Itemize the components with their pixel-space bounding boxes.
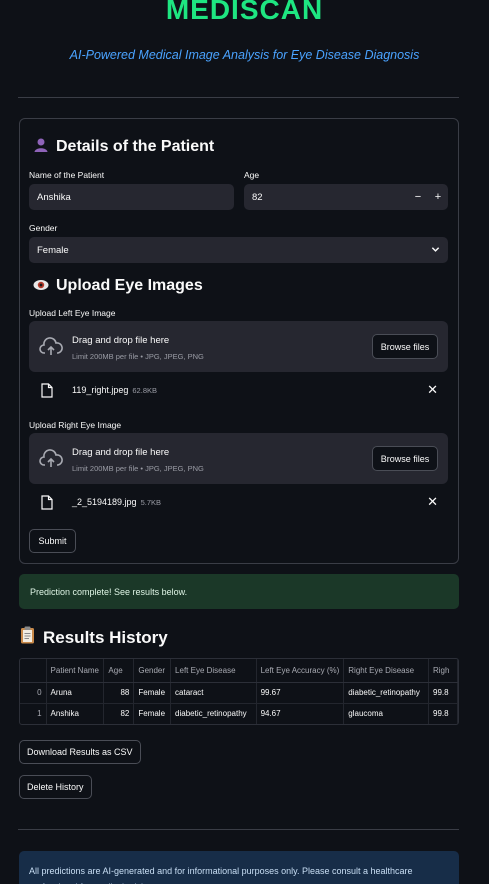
column-header[interactable]: Patient Name [46,659,105,683]
table-cell[interactable]: Anshika [46,703,105,724]
name-label: Name of the Patient [29,170,105,180]
table-cell[interactable]: 99.67 [256,682,345,704]
close-icon[interactable]: ✕ [427,494,438,510]
table-cell[interactable]: Female [133,682,172,704]
app-page: MEDISCAN AI-Powered Medical Image Analys… [0,0,489,884]
clipboard-icon [20,626,35,649]
table-cell[interactable]: 99.8 [428,703,458,724]
table-cell[interactable]: 99.8 [428,682,458,704]
results-title: Results History [43,627,168,647]
age-value: 82 [252,191,263,203]
column-header[interactable]: Left Eye Accuracy (%) [256,659,345,683]
disclaimer-info-box: All predictions are AI-generated and for… [19,851,459,884]
age-decrement-button[interactable]: − [408,184,428,210]
right-eye-dropzone[interactable]: Drag and drop file here Limit 200MB per … [29,433,448,484]
header-divider [18,97,459,98]
table-cell[interactable]: cataract [170,682,257,704]
gender-label: Gender [29,223,58,233]
table-cell[interactable]: 88 [103,682,135,704]
left-file-name-text: 119_right.jpeg [72,385,129,395]
success-alert: Prediction complete! See results below. [19,574,459,609]
delete-history-button[interactable]: Delete History [19,775,92,799]
chevron-down-icon [431,247,440,252]
file-icon [41,383,53,398]
upload-title: Upload Eye Images [56,277,203,294]
left-drop-limit: Limit 200MB per file • JPG, JPEG, PNG [72,352,204,361]
left-file-name: 119_right.jpeg 62.8KB [72,385,157,395]
footer-divider [18,829,459,830]
results-table[interactable]: Patient Name Age Gender Left Eye Disease… [19,658,459,725]
file-icon [41,495,53,510]
upload-heading: Upload Eye Images [32,277,203,295]
patient-details-title: Details of the Patient [56,137,215,155]
column-header[interactable] [20,659,47,683]
column-header[interactable]: Left Eye Disease [170,659,257,683]
table-cell[interactable]: 94.67 [256,703,345,724]
column-header[interactable]: Gender [133,659,172,683]
right-file-row: _2_5194189.jpg 5.7KB ✕ [29,493,448,515]
table-cell[interactable]: diabetic_retinopathy [170,703,257,724]
submit-button[interactable]: Submit [29,529,76,553]
table-cell[interactable]: diabetic_retinopathy [343,682,429,704]
age-label: Age [244,170,260,180]
app-subtitle: AI-Powered Medical Image Analysis for Ey… [69,48,420,62]
table-cell[interactable]: 1 [20,703,47,724]
gender-select[interactable]: Female [29,237,448,263]
cloud-upload-icon [39,337,63,355]
patient-name-input[interactable]: Anshika [29,184,234,210]
table-row: 0 Aruna 88 Female cataract 99.67 diabeti… [20,682,458,704]
table-cell[interactable]: 0 [20,682,47,704]
left-browse-button[interactable]: Browse files [372,334,438,359]
app-title: MEDISCAN [165,0,324,25]
table-cell[interactable]: glaucoma [343,703,429,724]
table-row: 1 Anshika 82 Female diabetic_retinopathy… [20,703,458,724]
age-stepper[interactable]: 82 − + [244,184,448,210]
table-cell[interactable]: 82 [103,703,135,724]
left-drop-title: Drag and drop file here [72,335,170,346]
right-file-name-text: _2_5194189.jpg [72,497,137,507]
person-silhouette-icon [32,137,50,156]
patient-details-heading: Details of the Patient [32,137,214,156]
right-drop-limit: Limit 200MB per file • JPG, JPEG, PNG [72,464,204,473]
table-cell[interactable]: Female [133,703,172,724]
right-file-size: 5.7KB [140,498,162,507]
right-browse-button[interactable]: Browse files [372,446,438,471]
column-header[interactable]: Age [103,659,135,683]
left-eye-dropzone[interactable]: Drag and drop file here Limit 200MB per … [29,321,448,372]
left-file-size: 62.8KB [132,386,157,395]
left-eye-label: Upload Left Eye Image [29,308,116,318]
age-increment-button[interactable]: + [428,184,448,210]
column-header[interactable]: Right Eye Disease [343,659,429,683]
table-cell[interactable]: Aruna [46,682,105,704]
right-eye-label: Upload Right Eye Image [29,420,122,430]
left-file-row: 119_right.jpeg 62.8KB ✕ [29,381,448,403]
eye-icon [32,278,50,294]
right-file-name: _2_5194189.jpg 5.7KB [72,497,161,507]
table-header-row: Patient Name Age Gender Left Eye Disease… [20,659,458,683]
cloud-upload-icon [39,449,63,467]
download-csv-button[interactable]: Download Results as CSV [19,740,141,764]
gender-value: Female [37,244,69,256]
close-icon[interactable]: ✕ [427,382,438,398]
results-heading: Results History [20,626,168,649]
column-header[interactable]: Righ [428,659,458,683]
right-drop-title: Drag and drop file here [72,447,170,458]
